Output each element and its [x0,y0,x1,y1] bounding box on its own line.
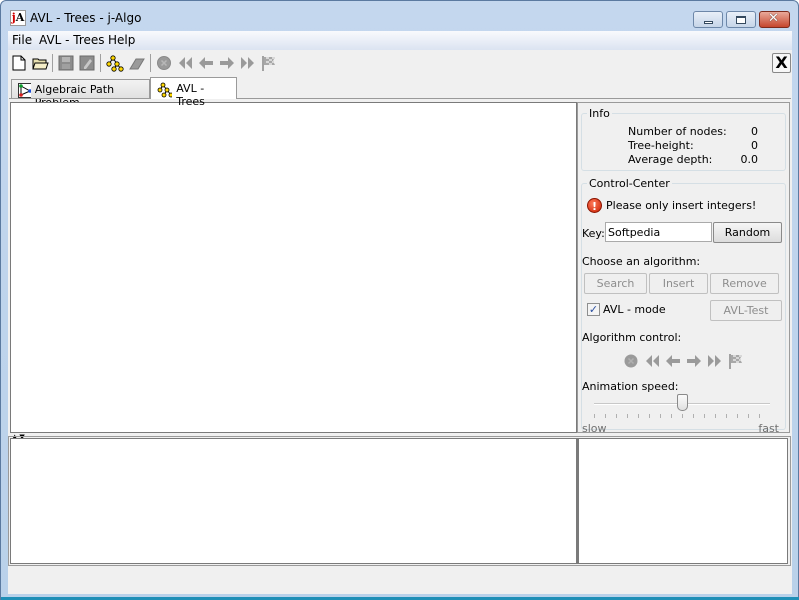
maximize-icon [736,16,746,24]
close-tab-button[interactable]: X [772,53,791,73]
info-row-height: Tree-height: 0 [628,139,758,152]
maximize-button[interactable] [726,11,756,28]
fast-forward-icon[interactable] [706,352,724,370]
graph-icon [18,83,31,98]
remove-button[interactable]: Remove [710,273,779,294]
info-value: 0.0 [740,153,759,166]
window-title: AVL - Trees - j-Algo [30,11,142,25]
save-icon[interactable] [57,54,75,72]
new-file-icon[interactable] [10,54,28,72]
warning-message: Please only insert integers! [606,199,757,212]
avl-mode-checkbox[interactable]: ✓ [587,303,600,316]
finish-flag-icon[interactable] [727,352,745,370]
tab-algebraic-path-problem[interactable]: Algebraic Path Problem [11,79,150,109]
code-view-panel[interactable] [10,438,578,564]
toolbar-separator [52,54,53,72]
speed-slider-ticks [594,414,770,418]
info-title: Info [587,107,612,120]
side-panel: Info Number of nodes: 0 Tree-height: 0 A… [577,102,790,435]
title-bar[interactable]: jA AVL - Trees - j-Algo ✕ [1,1,798,31]
rewind-icon[interactable] [176,54,194,72]
fast-forward-icon[interactable] [239,54,257,72]
avl-mode-label[interactable]: AVL - mode [603,303,666,316]
menu-avl-trees[interactable]: AVL - Trees [39,33,105,47]
step-back-icon[interactable] [664,352,682,370]
info-label: Tree-height: [628,139,694,152]
warning-icon: ! [587,198,602,213]
toolbar-separator [100,54,101,72]
stop-icon[interactable] [622,352,640,370]
avl-test-button[interactable]: AVL-Test [710,300,782,321]
algorithm-control-label: Algorithm control: [582,331,682,344]
random-button[interactable]: Random [713,222,782,243]
search-button[interactable]: Search [584,273,647,294]
control-center-title: Control-Center [587,177,672,190]
save-as-icon[interactable] [78,54,96,72]
eraser-icon[interactable] [128,54,146,72]
info-label: Average depth: [628,153,713,166]
tab-avl-trees[interactable]: AVL - Trees [150,77,237,108]
minimize-button[interactable] [693,11,723,28]
minimize-icon [704,21,713,24]
step-forward-icon[interactable] [685,352,703,370]
client-area: File AVL - Trees Help X Algebraic Path A… [8,31,792,594]
algorithm-control-buttons [622,352,745,370]
insert-button[interactable]: Insert [649,273,708,294]
close-window-button[interactable]: ✕ [759,11,790,28]
key-label: Key: [582,227,605,240]
close-icon: ✕ [768,11,779,26]
menu-file[interactable]: File [12,33,32,47]
step-forward-icon[interactable] [218,54,236,72]
toolbar-separator [150,54,151,72]
stop-icon[interactable] [155,54,173,72]
detail-panel[interactable] [578,438,788,564]
tab-bar: Algebraic Path Problem AVL - Trees [8,77,792,109]
open-folder-icon[interactable] [31,54,49,72]
key-input[interactable] [605,222,712,242]
rewind-icon[interactable] [643,352,661,370]
tab-label: AVL - Trees [176,82,205,108]
toolbar [8,51,792,75]
info-value: 0 [751,139,758,152]
info-row-depth: Average depth: 0.0 [628,153,758,166]
choose-algorithm-label: Choose an algorithm: [582,255,701,268]
control-center-group: Control-Center ! Please only insert inte… [581,177,786,435]
info-group: Info Number of nodes: 0 Tree-height: 0 A… [581,107,786,171]
tree-icon[interactable] [106,54,124,72]
tab-content-border [9,98,791,99]
tree-canvas[interactable] [10,102,577,433]
app-window: jA AVL - Trees - j-Algo ✕ File AVL - Tre… [0,0,799,600]
info-value: 0 [751,125,758,138]
step-back-icon[interactable] [197,54,215,72]
tree-icon [157,82,173,98]
status-bar [8,568,792,594]
info-row-nodes: Number of nodes: 0 [628,125,758,138]
finish-flag-icon[interactable] [260,54,278,72]
speed-slider-thumb[interactable] [676,394,688,411]
app-logo-icon: jA [10,10,26,26]
menu-help[interactable]: Help [108,33,135,47]
menu-bar: File AVL - Trees Help [8,31,792,50]
animation-speed-label: Animation speed: [582,380,679,393]
